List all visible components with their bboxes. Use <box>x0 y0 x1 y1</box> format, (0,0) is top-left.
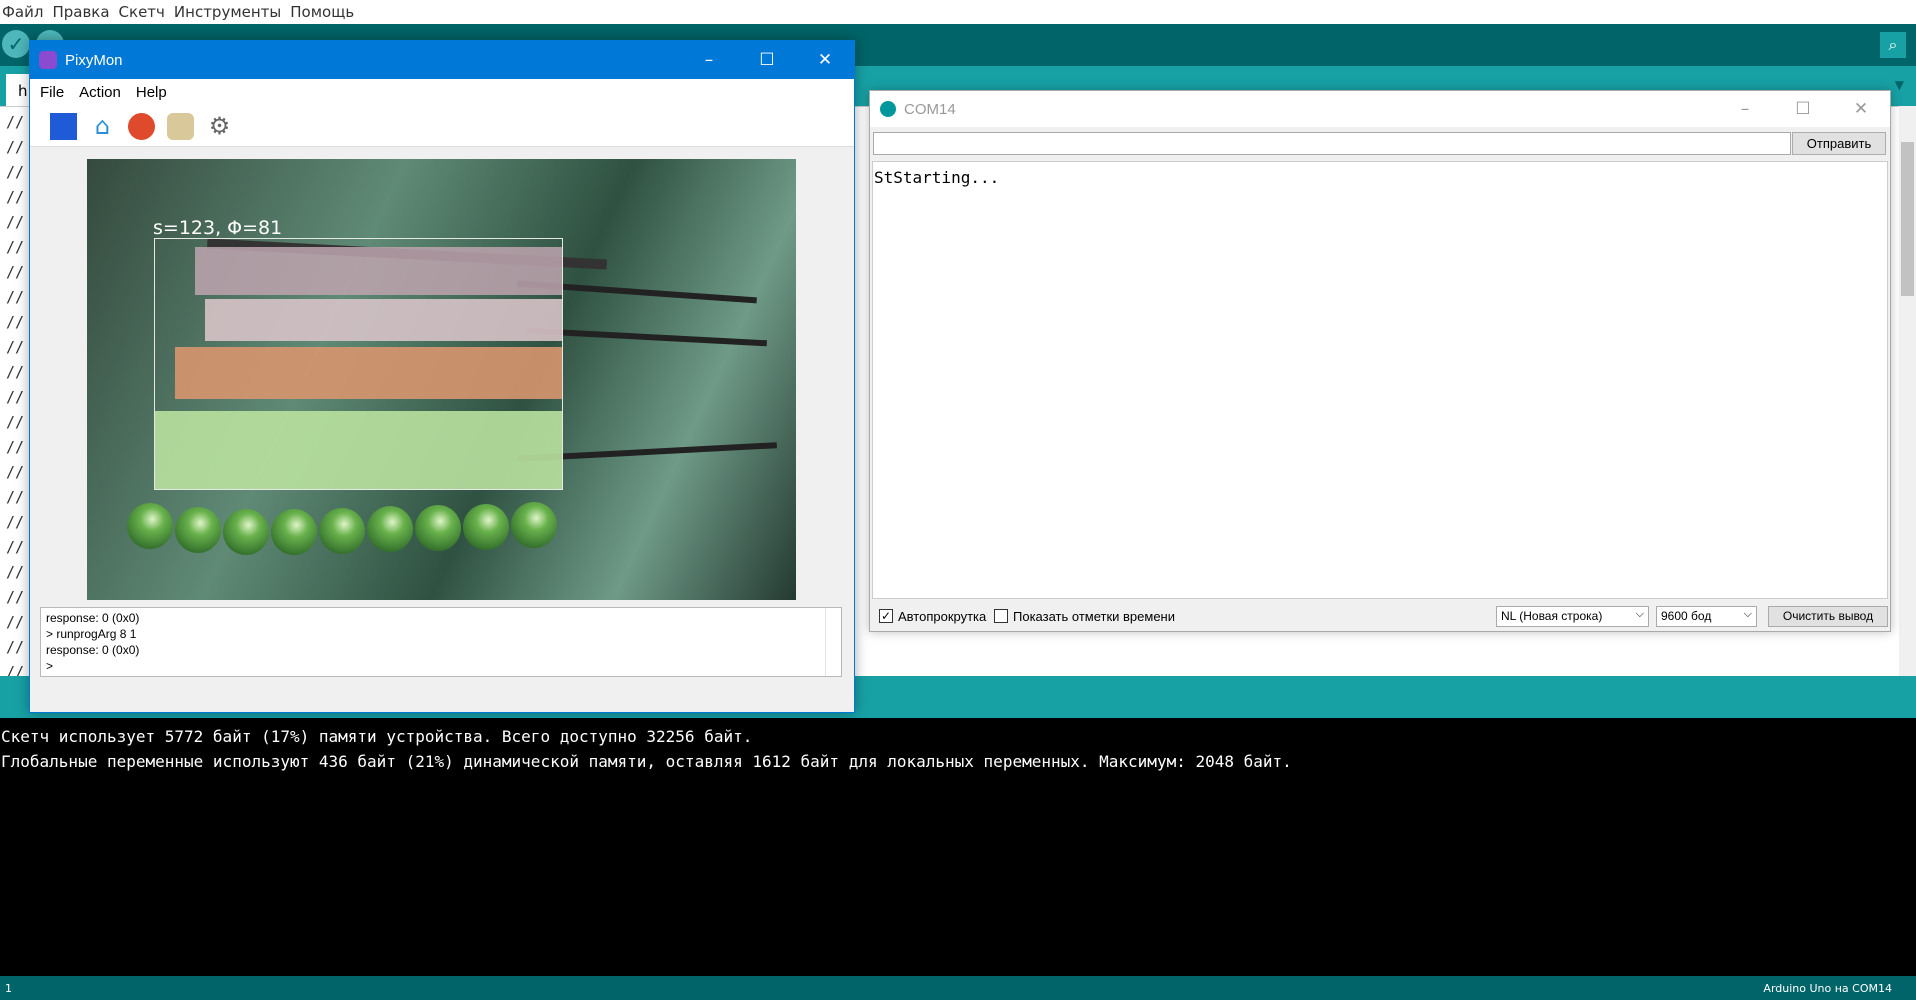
code-line: // <box>6 413 25 431</box>
status-bar: 1 Arduino Uno на COM14 <box>0 976 1916 1000</box>
serial-monitor-icon[interactable]: ⌕ <box>1880 32 1906 58</box>
timestamps-checkbox[interactable] <box>994 609 1008 623</box>
serial-input[interactable] <box>873 132 1791 155</box>
minimize-icon[interactable]: – <box>680 41 738 79</box>
pixymon-title: PixyMon <box>65 51 123 69</box>
tab-menu-icon[interactable]: ▼ <box>1895 78 1904 92</box>
pixymon-toolbar: ⌂ ⚙ <box>30 105 854 147</box>
detected-block <box>154 238 563 490</box>
stop-icon[interactable] <box>50 113 77 140</box>
pixymon-logo-icon <box>39 51 57 69</box>
clear-output-button[interactable]: Очистить вывод <box>1768 606 1888 627</box>
build-console: Скетч использует 5772 байт (17%) памяти … <box>0 718 1916 976</box>
verify-icon[interactable]: ✓ <box>2 30 30 58</box>
code-line: // <box>6 613 25 631</box>
serial-options-bar: ✓ Автопрокрутка Показать отметки времени… <box>870 602 1890 631</box>
code-line: // <box>6 438 25 456</box>
code-line: // <box>6 563 25 581</box>
block-label: s=123, Φ=81 <box>153 217 283 239</box>
serial-monitor-window: COM14 – ☐ ✕ Отправить StStarting... ✓ Ав… <box>869 90 1891 632</box>
code-line: // <box>6 288 25 306</box>
line-ending-select[interactable]: NL (Новая строка) ⌵ <box>1496 606 1649 627</box>
command-log[interactable]: response: 0 (0x0) > runprogArg 8 1 respo… <box>40 607 842 677</box>
pixymon-window: PixyMon – ☐ ✕ File Action Help ⌂ ⚙ s=123… <box>29 40 855 713</box>
home-icon[interactable]: ⌂ <box>89 113 116 140</box>
serial-output[interactable]: StStarting... <box>872 161 1888 599</box>
serial-title: COM14 <box>904 100 956 118</box>
pixymon-menubar: File Action Help <box>30 79 854 105</box>
menu-tools[interactable]: Инструменты <box>174 3 281 21</box>
send-button[interactable]: Отправить <box>1792 132 1886 155</box>
log-scrollbar[interactable] <box>825 608 841 676</box>
code-line: // <box>6 263 25 281</box>
console-line: Скетч использует 5772 байт (17%) памяти … <box>1 727 753 746</box>
arduino-menubar: Файл Правка Скетч Инструменты Помощь <box>0 0 1916 24</box>
baud-value: 9600 бод <box>1661 609 1712 623</box>
code-line: // <box>6 463 25 481</box>
menu-help[interactable]: Помощь <box>290 3 354 21</box>
gear-icon[interactable]: ⚙ <box>206 113 233 140</box>
helper-icon[interactable] <box>167 113 194 140</box>
code-line: // <box>6 538 25 556</box>
menu-file[interactable]: Файл <box>2 3 43 21</box>
code-line: // <box>6 188 25 206</box>
code-line: // <box>6 338 25 356</box>
minimize-icon[interactable]: – <box>1716 91 1774 127</box>
code-line: // <box>6 588 25 606</box>
timestamps-label: Показать отметки времени <box>1013 609 1175 624</box>
code-line: // <box>6 363 25 381</box>
camera-view: s=123, Φ=81 <box>87 159 796 600</box>
log-line: response: 0 (0x0) <box>46 643 140 657</box>
line-ending-value: NL (Новая строка) <box>1501 609 1603 623</box>
signature-icon[interactable] <box>128 113 155 140</box>
code-line: // <box>6 113 25 131</box>
code-line: // <box>6 513 25 531</box>
menu-sketch[interactable]: Скетч <box>119 3 165 21</box>
menu-edit[interactable]: Правка <box>52 3 109 21</box>
autoscroll-checkbox[interactable]: ✓ <box>879 609 893 623</box>
board-port: Arduino Uno на COM14 <box>1763 981 1892 995</box>
code-line: // <box>6 213 25 231</box>
editor-scrollbar[interactable] <box>1899 106 1916 676</box>
code-line: // <box>6 163 25 181</box>
code-line: // <box>6 238 25 256</box>
code-line: // <box>6 638 25 656</box>
close-icon[interactable]: ✕ <box>1832 91 1890 127</box>
line-number: 1 <box>5 981 12 995</box>
maximize-icon[interactable]: ☐ <box>1774 91 1832 127</box>
chevron-down-icon: ⌵ <box>1743 608 1752 620</box>
chevron-down-icon: ⌵ <box>1635 608 1644 620</box>
autoscroll-label: Автопрокрутка <box>898 609 987 624</box>
code-line: // <box>6 138 25 156</box>
code-line: // <box>6 388 25 406</box>
baud-select[interactable]: 9600 бод ⌵ <box>1656 606 1757 627</box>
log-line: response: 0 (0x0) <box>46 611 140 625</box>
pixymon-titlebar: PixyMon – ☐ ✕ <box>30 41 854 79</box>
menu-action[interactable]: Action <box>79 84 121 101</box>
log-line: > <box>46 659 54 673</box>
code-line: // <box>6 313 25 331</box>
log-line: > runprogArg 8 1 <box>46 627 137 641</box>
maximize-icon[interactable]: ☐ <box>738 41 796 79</box>
arduino-logo-icon <box>880 101 896 117</box>
code-line: // <box>6 488 25 506</box>
console-line: Глобальные переменные используют 436 бай… <box>1 752 1292 771</box>
serial-titlebar: COM14 – ☐ ✕ <box>870 91 1890 127</box>
close-icon[interactable]: ✕ <box>796 41 854 79</box>
menu-help[interactable]: Help <box>136 84 167 101</box>
menu-file[interactable]: File <box>40 84 64 101</box>
